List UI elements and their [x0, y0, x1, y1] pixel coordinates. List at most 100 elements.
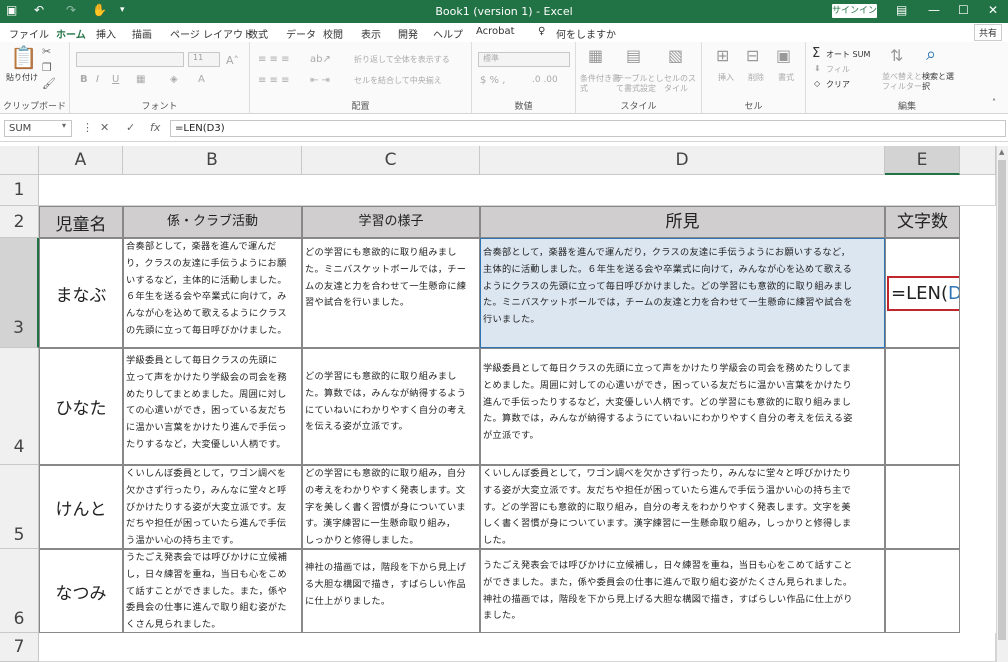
insert-function-icon[interactable]: fx — [150, 121, 160, 134]
row-header-6[interactable]: 6 — [0, 549, 39, 633]
tab-data[interactable]: データ — [286, 26, 316, 41]
paste-button[interactable]: 貼り付け — [6, 72, 38, 83]
row-1-cells[interactable] — [39, 175, 996, 206]
tab-formulas[interactable]: 数式 — [248, 26, 268, 41]
tab-help[interactable]: ヘルプ — [433, 26, 463, 41]
cell-a5[interactable]: けんと — [39, 465, 123, 549]
header-study[interactable]: 学習の様子 — [302, 206, 480, 238]
format-as-table-button[interactable]: テーブルとして書式設定 — [616, 74, 664, 94]
cell-e5[interactable] — [885, 465, 960, 549]
row-header-4[interactable]: 4 — [0, 348, 39, 465]
signin-button[interactable]: サインイン — [832, 4, 877, 18]
tab-insert[interactable]: 挿入 — [96, 26, 116, 41]
number-format-select[interactable]: 標準 — [478, 52, 570, 67]
minimize-icon[interactable]: — — [928, 3, 940, 17]
cell-styles-icon[interactable]: ▧ — [668, 46, 683, 65]
cell-b3[interactable]: 合奏部として，楽器を進んで運んだ り，クラスの友達に手伝うようにお願 いするなど，主… — [123, 238, 302, 348]
delete-cells-icon[interactable]: ⊟ — [746, 46, 759, 65]
enter-icon[interactable]: ✓ — [126, 121, 135, 134]
find-select-button[interactable]: 検索と選択 — [922, 72, 958, 92]
row-header-7[interactable]: 7 — [0, 633, 39, 662]
cell-e4[interactable] — [885, 348, 960, 465]
scrollbar-thumb[interactable] — [998, 160, 1006, 640]
cell-b5[interactable]: くいしんぼ委員として，ワゴン調べを 欠かさず行ったり，みんなに堂々と呼 びかけたりす… — [123, 465, 302, 549]
copy-icon[interactable]: ❐ — [42, 61, 52, 74]
header-char-count[interactable]: 文字数 — [885, 206, 960, 238]
cell-c3[interactable]: どの学習にも意欲的に取り組みまし た。ミニバスケットボールでは，チー ムの友達と力を… — [302, 238, 480, 348]
autosum-button[interactable]: オート SUM — [826, 49, 870, 60]
sort-filter-button[interactable]: 並べ替えとフィルター — [882, 72, 926, 92]
header-name[interactable]: 児童名 — [39, 206, 123, 238]
column-header-e[interactable]: E — [885, 146, 960, 175]
tab-draw[interactable]: 描画 — [132, 26, 152, 41]
paste-icon[interactable]: 📋 — [10, 46, 37, 71]
sort-filter-icon[interactable]: ⇅ — [890, 46, 903, 65]
italic-icon[interactable]: I — [96, 74, 99, 85]
scroll-up-icon[interactable]: ▲ — [999, 148, 1004, 156]
insert-button[interactable]: 挿入 — [718, 72, 734, 83]
cancel-icon[interactable]: ✕ — [100, 121, 109, 134]
currency-icon[interactable]: $ % , — [480, 75, 505, 86]
align-left-icon[interactable]: ≡ ≡ ≡ — [258, 75, 290, 86]
cell-d4[interactable]: 学級委員として毎日クラスの先頭に立って声をかけたり学級会の司会を務めたりしてまと… — [480, 348, 885, 465]
cell-c6[interactable]: 神社の描画では，階段を下から見上げ る大胆な構図で描き，すばらしい作品 に仕上がりま… — [302, 549, 480, 633]
cell-b4[interactable]: 学級委員として毎日クラスの先頭に 立って声をかけたり学級会の司会を務 めたりしてまと… — [123, 348, 302, 465]
bold-icon[interactable]: B — [80, 74, 88, 85]
tab-page-layout[interactable]: ページ レイアウト — [170, 26, 253, 41]
header-remarks[interactable]: 所見 — [480, 206, 885, 238]
find-icon[interactable]: ⌕ — [926, 44, 936, 65]
tab-review[interactable]: 校閲 — [323, 26, 343, 41]
name-box-dropdown-icon[interactable]: ▾ — [62, 121, 66, 130]
cell-a4[interactable]: ひなた — [39, 348, 123, 465]
row-header-3[interactable]: 3 — [0, 238, 39, 348]
wrap-text-button[interactable]: 折り返して全体を表示する — [354, 54, 450, 65]
header-club[interactable]: 係・クラブ活動 — [123, 206, 302, 238]
cell-e3[interactable]: =LEN(D3) — [885, 238, 960, 348]
close-icon[interactable]: ✕ — [988, 3, 998, 17]
row-header-2[interactable]: 2 — [0, 206, 39, 238]
cut-icon[interactable]: ✂ — [42, 45, 51, 58]
indent-icon[interactable]: ⇤ ⇥ — [310, 75, 330, 86]
cell-d5[interactable]: くいしんぼ委員として，ワゴン調べを欠かさず行ったり，みんなに堂々と呼びかけたりす… — [480, 465, 885, 549]
row-header-5[interactable]: 5 — [0, 465, 39, 549]
fill-button[interactable]: フィル — [826, 64, 850, 75]
clear-icon[interactable]: ◇ — [814, 79, 820, 88]
tab-developer[interactable]: 開発 — [398, 26, 418, 41]
format-cells-icon[interactable]: ▣ — [776, 46, 791, 65]
select-all-button[interactable] — [0, 146, 39, 175]
column-header-f[interactable] — [960, 146, 996, 175]
column-header-d[interactable]: D — [480, 146, 885, 175]
collapse-ribbon-icon[interactable]: ˄ — [992, 98, 996, 107]
border-icon[interactable]: ▦ — [136, 74, 145, 85]
merge-center-button[interactable]: セルを結合して中央揃え — [354, 75, 442, 86]
format-painter-icon[interactable]: 🖌 — [42, 77, 56, 90]
cell-a3[interactable]: まなぶ — [39, 238, 123, 348]
font-color-icon[interactable]: A — [198, 74, 205, 85]
maximize-icon[interactable]: ☐ — [958, 3, 969, 17]
cell-c5[interactable]: どの学習にも意欲的に取り組み，自分 の考えをわかりやすく発表します。文 字を美しく書… — [302, 465, 480, 549]
worksheet-grid[interactable]: A B C D E 1 2 3 4 5 6 7 児童名 係・クラブ活動 学習の様… — [0, 146, 1008, 662]
cell-c4[interactable]: どの学習にも意欲的に取り組みまし た。算数では，みんなが納得するよう にていねいにわ… — [302, 348, 480, 465]
cell-a6[interactable]: なつみ — [39, 549, 123, 633]
row-header-1[interactable]: 1 — [0, 175, 39, 206]
format-button[interactable]: 書式 — [778, 72, 794, 83]
row-7-cells[interactable] — [39, 633, 996, 662]
cell-d6[interactable]: うたごえ発表会では呼びかけに立候補し，日々練習を重ね，当日も心をこめて話すことが… — [480, 549, 885, 633]
orientation-icon[interactable]: ab↗ — [310, 54, 331, 65]
delete-button[interactable]: 削除 — [748, 72, 764, 83]
align-top-icon[interactable]: ≡ ≡ ≡ — [258, 54, 290, 65]
decimal-icon[interactable]: .0 .00 — [532, 75, 558, 85]
grow-font-icon[interactable]: A˄ — [226, 54, 239, 67]
format-table-icon[interactable]: ▤ — [626, 46, 641, 65]
fill-icon[interactable]: ⬇ — [814, 64, 821, 73]
cell-b6[interactable]: うたごえ発表会では呼びかけに立候補 し，日々練習を重ね，当日も心をこめ て話すことが… — [123, 549, 302, 633]
formula-edit-box[interactable]: =LEN(D3) — [887, 276, 959, 311]
tab-acrobat[interactable]: Acrobat — [476, 26, 515, 37]
cell-styles-button[interactable]: セルのスタイル — [664, 74, 700, 94]
autosum-icon[interactable]: Σ — [812, 46, 820, 61]
cell-d3[interactable]: 合奏部として，楽器を進んで運んだり，クラスの友達に手伝うようにお願いするなど， 主… — [480, 238, 885, 348]
column-header-c[interactable]: C — [302, 146, 480, 175]
column-header-b[interactable]: B — [123, 146, 302, 175]
column-header-a[interactable]: A — [39, 146, 123, 175]
font-size-select[interactable]: 11 — [188, 52, 220, 67]
